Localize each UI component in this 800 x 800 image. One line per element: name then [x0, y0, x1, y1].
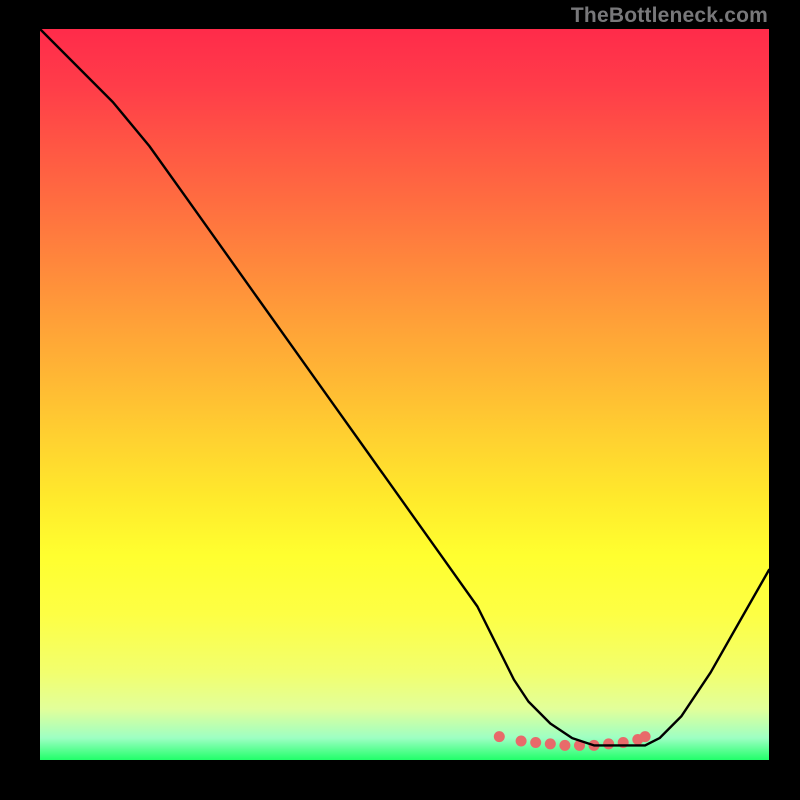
- optimal-range-dot: [618, 737, 629, 748]
- watermark-text: TheBottleneck.com: [571, 4, 768, 28]
- optimal-range-dot: [589, 740, 600, 751]
- curve-layer: [40, 29, 769, 760]
- optimal-range-dot: [640, 731, 651, 742]
- optimal-range-dot: [574, 740, 585, 751]
- bottleneck-curve: [40, 29, 769, 745]
- optimal-range-dots: [494, 731, 651, 751]
- optimal-range-dot: [516, 736, 527, 747]
- optimal-range-dot: [494, 731, 505, 742]
- chart-frame: TheBottleneck.com: [0, 0, 800, 800]
- plot-area: [40, 29, 769, 760]
- optimal-range-dot: [559, 740, 570, 751]
- optimal-range-dot: [632, 734, 643, 745]
- optimal-range-dot: [603, 738, 614, 749]
- optimal-range-dot: [530, 737, 541, 748]
- optimal-range-dot: [545, 738, 556, 749]
